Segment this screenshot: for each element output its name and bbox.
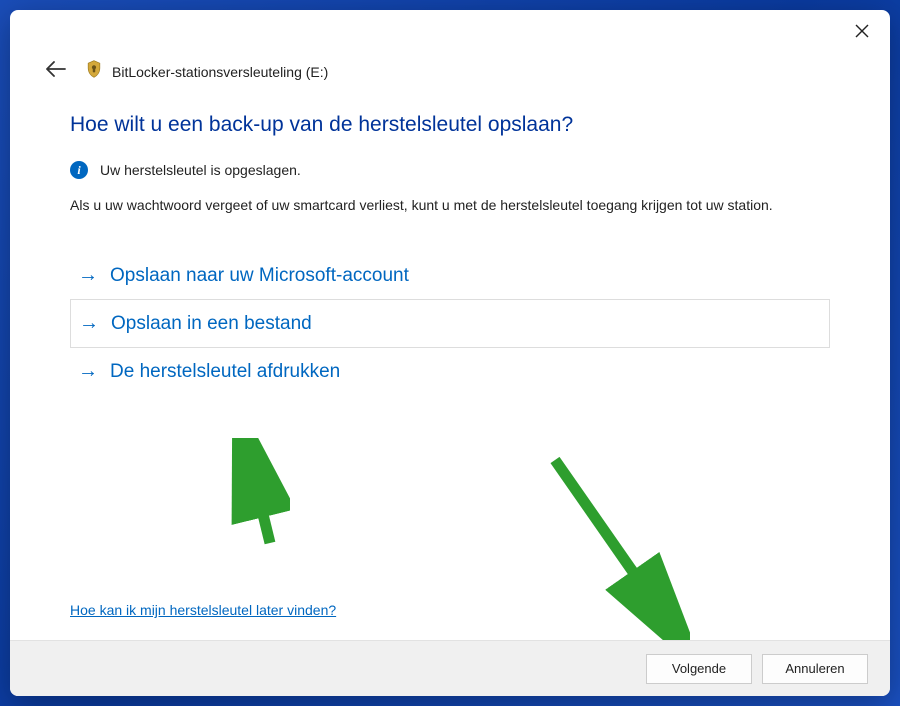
back-arrow-icon <box>46 61 66 77</box>
bitlocker-icon <box>84 59 104 84</box>
options-list: → Opslaan naar uw Microsoft-account → Op… <box>70 252 830 395</box>
arrow-right-icon: → <box>78 360 98 383</box>
close-icon <box>855 24 869 38</box>
footer: Volgende Annuleren <box>10 640 890 696</box>
dialog-window: BitLocker-stationsversleuteling (E:) Hoe… <box>10 10 890 696</box>
window-title: BitLocker-stationsversleuteling (E:) <box>112 64 328 80</box>
info-row: i Uw herstelsleutel is opgeslagen. <box>70 161 830 179</box>
info-text: Uw herstelsleutel is opgeslagen. <box>100 162 301 178</box>
next-button[interactable]: Volgende <box>646 654 752 684</box>
arrow-right-icon: → <box>78 264 98 287</box>
description-text: Als u uw wachtwoord vergeet of uw smartc… <box>70 195 830 216</box>
content-area: Hoe wilt u een back-up van de herstelsle… <box>10 103 890 640</box>
cancel-button[interactable]: Annuleren <box>762 654 868 684</box>
arrow-right-icon: → <box>79 312 99 335</box>
close-button[interactable] <box>846 18 878 44</box>
option-label: Opslaan in een bestand <box>111 313 312 335</box>
option-print-recovery-key[interactable]: → De herstelsleutel afdrukken <box>70 348 830 395</box>
option-label: Opslaan naar uw Microsoft-account <box>110 265 409 287</box>
header-row: BitLocker-stationsversleuteling (E:) <box>10 52 890 103</box>
title-group: BitLocker-stationsversleuteling (E:) <box>84 59 328 84</box>
titlebar <box>10 10 890 52</box>
page-heading: Hoe wilt u een back-up van de herstelsle… <box>70 113 830 137</box>
help-link[interactable]: Hoe kan ik mijn herstelsleutel later vin… <box>70 602 336 618</box>
option-label: De herstelsleutel afdrukken <box>110 361 340 383</box>
option-save-to-file[interactable]: → Opslaan in een bestand <box>70 299 830 348</box>
option-save-microsoft-account[interactable]: → Opslaan naar uw Microsoft-account <box>70 252 830 299</box>
back-button[interactable] <box>42 58 70 85</box>
info-icon: i <box>70 161 88 179</box>
